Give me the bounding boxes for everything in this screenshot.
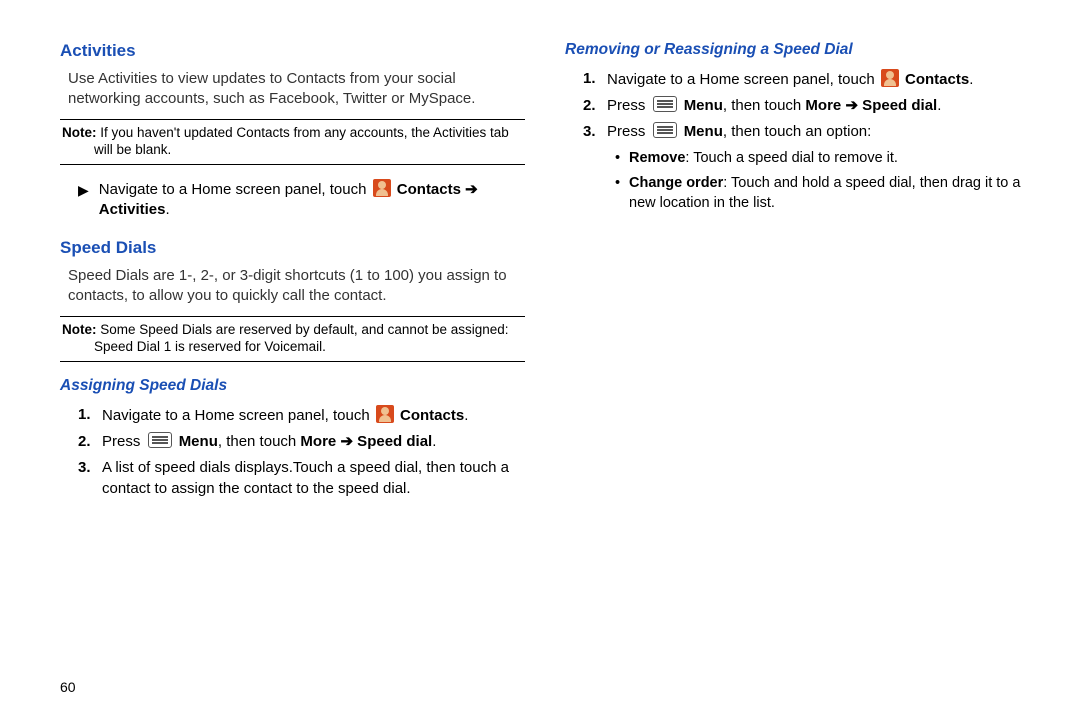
left-column: Activities Use Activities to view update… — [60, 40, 525, 700]
manual-page: Activities Use Activities to view update… — [0, 0, 1080, 720]
contacts-icon — [881, 69, 899, 87]
paragraph-activities: Use Activities to view updates to Contac… — [68, 69, 525, 110]
bullet-label: Remove — [629, 150, 685, 166]
contacts-icon — [373, 179, 391, 197]
heading-removing: Removing or Reassigning a Speed Dial — [565, 40, 1030, 61]
nav-instruction-activities: ▶ Navigate to a Home screen panel, touch… — [78, 179, 525, 221]
contacts-label: Contacts — [397, 181, 465, 198]
nav-pre: Navigate to a Home screen panel, touch — [99, 181, 371, 198]
assign-step-2: Press Menu, then touch More ➔ Speed dial… — [78, 432, 525, 452]
remove-step-1: Navigate to a Home screen panel, touch C… — [583, 69, 1030, 90]
bullet-text: : Touch a speed dial to remove it. — [685, 150, 898, 166]
note-label: Note: — [62, 322, 97, 337]
menu-label: Menu — [684, 97, 723, 114]
note-activities: Note: If you haven't updated Contacts fr… — [60, 119, 525, 165]
bullet-label: Change order — [629, 175, 723, 191]
step-mid: , then touch — [218, 433, 301, 450]
heading-speed-dials: Speed Dials — [60, 237, 525, 260]
menu-icon — [653, 96, 677, 112]
note-text-line2: will be blank. — [62, 142, 523, 159]
bullet-change-order: Change order: Touch and hold a speed dia… — [615, 174, 1030, 213]
remove-step-3: Press Menu, then touch an option: Remove… — [583, 122, 1030, 213]
period: . — [937, 97, 941, 114]
arrow-icon: ➔ — [340, 433, 353, 450]
menu-icon — [148, 432, 172, 448]
heading-assigning: Assigning Speed Dials — [60, 376, 525, 397]
remove-step-2: Press Menu, then touch More ➔ Speed dial… — [583, 96, 1030, 116]
step-text: Navigate to a Home screen panel, touch — [102, 407, 374, 424]
heading-activities: Activities — [60, 40, 525, 63]
period: . — [969, 71, 973, 88]
more-label: More — [300, 433, 340, 450]
right-column: Removing or Reassigning a Speed Dial Nav… — [565, 40, 1030, 700]
contacts-label: Contacts — [400, 407, 464, 424]
menu-label: Menu — [684, 123, 723, 140]
assign-step-1: Navigate to a Home screen panel, touch C… — [78, 405, 525, 426]
activities-label: Activities — [99, 201, 166, 218]
contacts-icon — [376, 405, 394, 423]
note-text-line2: Speed Dial 1 is reserved for Voicemail. — [62, 339, 523, 356]
assign-steps: Navigate to a Home screen panel, touch C… — [78, 405, 525, 499]
note-text-line1: Some Speed Dials are reserved by default… — [97, 322, 509, 337]
play-marker-icon: ▶ — [78, 181, 89, 200]
step-pre: Press — [607, 97, 650, 114]
assign-step-3: A list of speed dials displays.Touch a s… — [78, 458, 525, 499]
page-number: 60 — [60, 679, 76, 695]
note-speed-dials: Note: Some Speed Dials are reserved by d… — [60, 316, 525, 362]
step-pre: Press — [607, 123, 650, 140]
step-post: , then touch an option: — [723, 123, 871, 140]
period: . — [464, 407, 468, 424]
speed-dial-label: Speed dial — [353, 433, 432, 450]
bullet-remove: Remove: Touch a speed dial to remove it. — [615, 149, 1030, 169]
period: . — [432, 433, 436, 450]
paragraph-speed-dials: Speed Dials are 1-, 2-, or 3-digit short… — [68, 266, 525, 307]
contacts-label: Contacts — [905, 71, 969, 88]
note-label: Note: — [62, 125, 97, 140]
period: . — [165, 201, 169, 218]
option-bullets: Remove: Touch a speed dial to remove it.… — [615, 149, 1030, 214]
note-text-line1: If you haven't updated Contacts from any… — [97, 125, 509, 140]
more-label: More — [805, 97, 845, 114]
nav-text: Navigate to a Home screen panel, touch C… — [99, 179, 478, 221]
remove-steps: Navigate to a Home screen panel, touch C… — [583, 69, 1030, 213]
speed-dial-label: Speed dial — [858, 97, 937, 114]
step-pre: Press — [102, 433, 145, 450]
arrow-icon: ➔ — [465, 181, 478, 198]
menu-icon — [653, 122, 677, 138]
arrow-icon: ➔ — [845, 97, 858, 114]
menu-label: Menu — [179, 433, 218, 450]
step-text: Navigate to a Home screen panel, touch — [607, 71, 879, 88]
step-mid: , then touch — [723, 97, 806, 114]
